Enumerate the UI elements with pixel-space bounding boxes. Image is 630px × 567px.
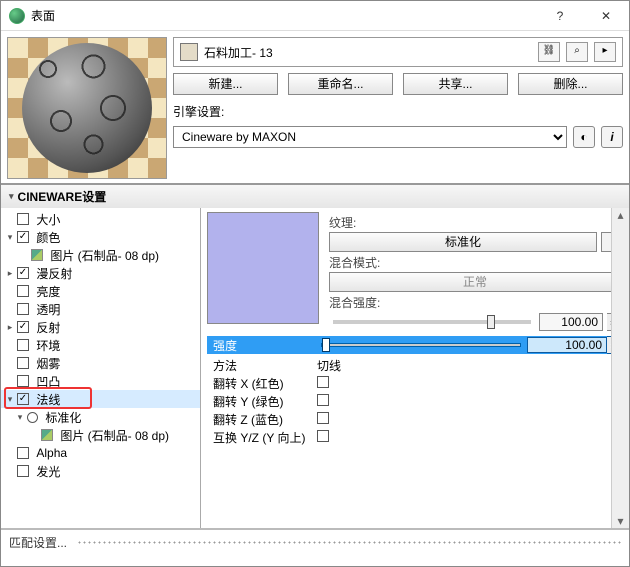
properties-panel: 纹理: 标准化 混合模式: 正常 混合强度: 100.00 ▴▾ 强度 ▴▾ 方… bbox=[201, 208, 629, 528]
label-texture: 纹理: bbox=[329, 214, 356, 231]
label-intensity: 强度 bbox=[207, 337, 315, 354]
radio-normalize[interactable] bbox=[27, 412, 38, 423]
blend-slider[interactable] bbox=[333, 320, 531, 324]
rename-button[interactable]: 重命名... bbox=[288, 73, 393, 95]
resize-grip[interactable] bbox=[77, 540, 621, 546]
engine-label: 引擎设置: bbox=[173, 103, 623, 120]
image-icon bbox=[41, 429, 53, 441]
tree-normal[interactable]: 法线 bbox=[36, 391, 60, 408]
match-settings[interactable]: 匹配设置... bbox=[9, 534, 67, 551]
search-icon[interactable]: ⌕ bbox=[566, 42, 588, 62]
intensity-row: 强度 ▴▾ bbox=[207, 336, 621, 354]
label-method: 方法 bbox=[207, 357, 317, 374]
tree-brightness[interactable]: 亮度 bbox=[36, 283, 60, 300]
channel-tree[interactable]: 大小 ▾ 颜色 图片 (石制品- 08 dp) ▸ 漫反射 亮度 透明 ▸ 反射… bbox=[1, 208, 201, 528]
tree-environment[interactable]: 环境 bbox=[36, 337, 60, 354]
checkbox-flipz[interactable] bbox=[317, 412, 329, 424]
help-button[interactable]: ? bbox=[537, 1, 583, 31]
tree-fog[interactable]: 烟雾 bbox=[36, 355, 60, 372]
engine-select[interactable]: Cineware by MAXON bbox=[173, 126, 567, 148]
checkbox-reflect[interactable] bbox=[17, 321, 29, 333]
material-name-bar: 石料加工- 13 ⛓ ⌕ ▸ bbox=[173, 37, 623, 67]
checkbox-bump[interactable] bbox=[17, 375, 29, 387]
preview-sphere bbox=[22, 43, 152, 173]
tree-img-normal[interactable]: 图片 (石制品- 08 dp) bbox=[60, 427, 169, 444]
tree-normalize[interactable]: 标准化 bbox=[45, 409, 81, 426]
tree-img-color[interactable]: 图片 (石制品- 08 dp) bbox=[50, 247, 159, 264]
checkbox-flipy[interactable] bbox=[317, 394, 329, 406]
checkbox-glow[interactable] bbox=[17, 465, 29, 477]
link-icon[interactable]: ⛓ bbox=[538, 42, 560, 62]
material-swatch bbox=[180, 43, 198, 61]
label-flipx: 翻转 X (红色) bbox=[207, 375, 317, 392]
material-preview bbox=[7, 37, 167, 179]
blendmode-button[interactable]: 正常 bbox=[329, 272, 621, 292]
normalize-button[interactable]: 标准化 bbox=[329, 232, 597, 252]
checkbox-flipx[interactable] bbox=[317, 376, 329, 388]
title-bar: 表面 ? ✕ bbox=[1, 1, 629, 31]
tree-glow[interactable]: 发光 bbox=[36, 463, 60, 480]
chevron-down-icon: ▾ bbox=[9, 191, 14, 202]
tree-color[interactable]: 颜色 bbox=[36, 229, 60, 246]
intensity-value[interactable] bbox=[527, 337, 607, 353]
checkbox-alpha[interactable] bbox=[17, 447, 29, 459]
label-flipz: 翻转 Z (蓝色) bbox=[207, 411, 317, 428]
checkbox-normal[interactable] bbox=[17, 393, 29, 405]
engine-info-icon[interactable]: i bbox=[601, 126, 623, 148]
window-title: 表面 bbox=[31, 7, 537, 24]
engine-icon[interactable]: ◐ bbox=[573, 126, 595, 148]
menu-icon[interactable]: ▸ bbox=[594, 42, 616, 62]
scrollbar-vertical[interactable]: ▴▾ bbox=[611, 208, 629, 528]
checkbox-environment[interactable] bbox=[17, 339, 29, 351]
checkbox-fog[interactable] bbox=[17, 357, 29, 369]
intensity-slider[interactable] bbox=[321, 343, 521, 347]
checkbox-color[interactable] bbox=[17, 231, 29, 243]
checkbox-transparent[interactable] bbox=[17, 303, 29, 315]
tree-bump[interactable]: 凹凸 bbox=[36, 373, 60, 390]
checkbox-diffuse[interactable] bbox=[17, 267, 29, 279]
value-method[interactable]: 切线 bbox=[317, 357, 429, 374]
label-swapyz: 互换 Y/Z (Y 向上) bbox=[207, 429, 317, 446]
section-header[interactable]: ▾ CINEWARE设置 bbox=[1, 185, 629, 208]
image-icon bbox=[31, 249, 43, 261]
share-button[interactable]: 共享... bbox=[403, 73, 508, 95]
tree-transparent[interactable]: 透明 bbox=[36, 301, 60, 318]
checkbox-brightness[interactable] bbox=[17, 285, 29, 297]
delete-button[interactable]: 删除... bbox=[518, 73, 623, 95]
checkbox-swapyz[interactable] bbox=[317, 430, 329, 442]
blend-value[interactable]: 100.00 bbox=[539, 313, 603, 331]
close-button[interactable]: ✕ bbox=[583, 1, 629, 31]
tree-alpha[interactable]: Alpha bbox=[36, 446, 67, 460]
tree-diffuse[interactable]: 漫反射 bbox=[36, 265, 72, 282]
label-blendstrength: 混合强度: bbox=[329, 294, 380, 311]
label-blendmode: 混合模式: bbox=[329, 254, 380, 271]
tree-size[interactable]: 大小 bbox=[36, 211, 60, 228]
material-name[interactable]: 石料加工- 13 bbox=[204, 44, 532, 61]
tree-reflect[interactable]: 反射 bbox=[36, 319, 60, 336]
section-title: CINEWARE设置 bbox=[18, 188, 107, 205]
new-button[interactable]: 新建... bbox=[173, 73, 278, 95]
app-icon bbox=[9, 8, 25, 24]
texture-preview[interactable] bbox=[207, 212, 319, 324]
label-flipy: 翻转 Y (绿色) bbox=[207, 393, 317, 410]
